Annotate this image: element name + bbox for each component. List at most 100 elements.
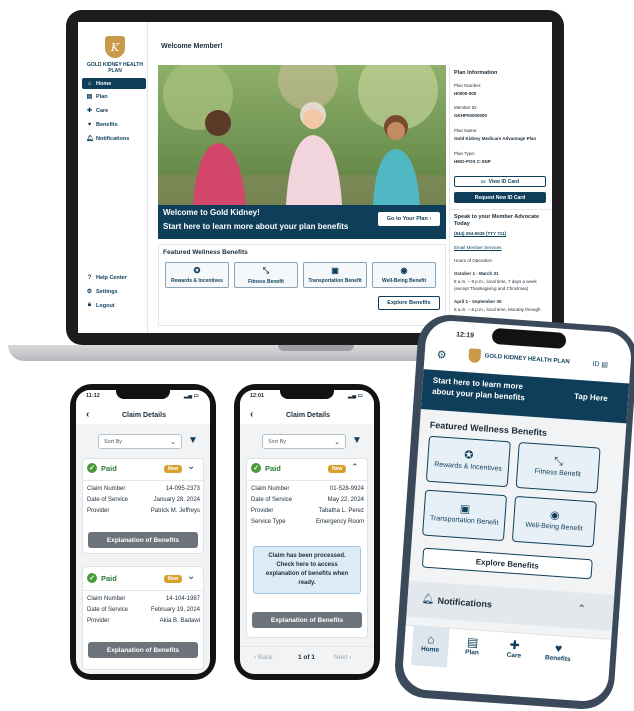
benefit-card-rewards[interactable]: ✪ Rewards & Incentives	[165, 262, 229, 288]
sidebar-item-notifications[interactable]: 🔔︎ Notifications	[82, 133, 146, 144]
hours-period-1: October 1 - March 31	[454, 271, 499, 276]
care-icon: ✚	[86, 108, 93, 114]
service-type: Emergency Room	[315, 519, 364, 525]
benefit-card-fitness[interactable]: ⤡ Fitness Benefit	[234, 262, 298, 288]
id-card-button[interactable]: ID ▤	[592, 360, 608, 369]
status-time: 11:12	[86, 393, 100, 399]
chevron-down-icon: ⌄	[170, 438, 176, 446]
filter-icon[interactable]: ▼	[352, 435, 362, 446]
provider-label: Provider	[87, 618, 110, 624]
pagination-count: 1 of 1	[298, 654, 315, 661]
benefit-card-transportation[interactable]: ▣ Transportation Benefit	[303, 262, 367, 288]
benefit-card-fitness[interactable]: ⤡ Fitness Benefit	[515, 441, 601, 494]
filter-icon[interactable]: ▼	[188, 435, 198, 446]
benefit-card-transportation[interactable]: ▣ Transportation Benefit	[422, 489, 508, 542]
phone-notch	[116, 390, 170, 399]
id-card-icon: ▤	[601, 361, 609, 369]
sidebar-item-settings[interactable]: ⚙ Settings	[82, 286, 146, 297]
plan-type-label: Plan Type:	[454, 151, 476, 156]
help-icon: ?	[87, 274, 92, 281]
gear-icon[interactable]: ⚙	[436, 348, 447, 362]
sidebar-item-care[interactable]: ✚ Care	[82, 105, 146, 116]
star-badge-icon: ✪	[193, 266, 201, 275]
back-arrow-icon[interactable]: ‹	[86, 409, 89, 420]
sidebar-item-benefits[interactable]: ♥ Benefits	[82, 119, 146, 130]
member-id-label: Member ID:	[454, 105, 478, 110]
banner-subtitle: Start here to learn more about your plan…	[163, 222, 349, 231]
brand-name: GOLD KIDNEY HEALTH PLAN	[87, 62, 143, 74]
view-id-card-button[interactable]: ▭ View ID Card	[454, 176, 546, 187]
bell-icon: 🔔︎	[86, 136, 94, 142]
signal-battery-icon: ▂▄ ▭	[348, 393, 363, 399]
explanation-of-benefits-button[interactable]: Explanation of Benefits	[88, 532, 198, 548]
paid-status: ✓ Paid	[87, 463, 117, 473]
sort-by-select[interactable]: Sort By ⌄	[262, 434, 346, 449]
benefit-card-wellbeing[interactable]: ◉ Well-Being Benefit	[511, 495, 597, 548]
chevron-up-icon[interactable]: ⌃	[577, 603, 586, 615]
claim-number: 14-104-1987	[165, 596, 200, 602]
provider-name: Patrick M. Jeffreys	[150, 508, 200, 514]
home-icon: ⌂	[87, 80, 92, 87]
pagination-next[interactable]: Next ›	[334, 654, 351, 661]
explore-benefits-button[interactable]: Explore Benefits	[421, 547, 593, 580]
advocate-title-2: Today	[454, 221, 470, 227]
tab-care[interactable]: ✚ Care	[496, 637, 533, 660]
screen-title: Claim Details	[286, 412, 330, 419]
bus-icon: ▣	[331, 266, 339, 275]
explanation-of-benefits-button[interactable]: Explanation of Benefits	[252, 612, 362, 628]
sidebar-item-home[interactable]: ⌂ Home	[82, 78, 146, 89]
sort-by-select[interactable]: Sort By ⌄	[98, 434, 182, 449]
explanation-of-benefits-button[interactable]: Explanation of Benefits	[88, 642, 198, 658]
claim-number: 14-095-2373	[165, 486, 200, 492]
plan-info-title: Plan Information	[454, 70, 498, 76]
divider	[82, 480, 204, 481]
hours-period-1-line-1: 8 a.m. – 8 p.m., local time, 7 days a we…	[454, 279, 537, 284]
status-time: 12:01	[250, 393, 265, 399]
chevron-down-icon: ⌄	[334, 438, 340, 446]
phone-3-screen: 12:19 ⚙ GOLD KIDNEY HEALTH PLAN ID ▤ Sta…	[401, 319, 633, 703]
new-badge: New	[328, 465, 347, 473]
hours-period-2: April 1 - September 30	[454, 299, 502, 304]
new-badge: New	[164, 575, 183, 583]
explore-benefits-button[interactable]: Explore Benefits	[378, 296, 440, 310]
tab-benefits[interactable]: ♥ Benefits	[538, 640, 579, 664]
signal-battery-icon: ▂▄ ▭	[184, 393, 199, 399]
sidebar-item-help-center[interactable]: ? Help Center	[82, 272, 146, 283]
advocate-phone-link[interactable]: (844) 294-6535 (TTY 711)	[454, 231, 506, 236]
star-badge-icon: ✪	[463, 449, 474, 462]
chevron-up-icon[interactable]: ⌃	[351, 462, 359, 473]
back-arrow-icon[interactable]: ‹	[250, 409, 253, 420]
date-of-service-label: Date of Service	[87, 607, 129, 613]
benefit-card-rewards[interactable]: ✪ Rewards & Incentives	[425, 435, 511, 488]
claim-processed-notice[interactable]: Claim has been processed. Check here to …	[253, 546, 361, 594]
claim-number-label: Claim Number	[87, 596, 126, 602]
check-circle-icon: ✓	[87, 463, 97, 473]
date-of-service: February 19, 2024	[150, 607, 200, 613]
check-circle-icon: ✓	[87, 573, 97, 583]
laptop-notch	[278, 345, 354, 351]
tab-home[interactable]: ⌂ Home	[412, 631, 449, 654]
head-icon: ◉	[400, 266, 408, 275]
tab-plan[interactable]: ▤ Plan	[454, 634, 491, 657]
lock-icon: 🔒︎	[87, 302, 92, 308]
chevron-down-icon[interactable]: ⌄	[187, 461, 195, 472]
email-member-services-link[interactable]: Email Member Services	[454, 245, 502, 250]
go-to-plan-button[interactable]: Go to Your Plan ›	[378, 212, 440, 226]
sort-label: Sort By	[104, 438, 123, 445]
bell-icon: 🔔︎	[421, 593, 435, 606]
advocate-title: Speak to your Member Advocate	[454, 214, 540, 220]
sidebar-item-plan[interactable]: ▤ Plan	[82, 91, 146, 102]
screen-title: Claim Details	[122, 412, 166, 419]
banner-title: Welcome to Gold Kidney!	[163, 208, 260, 217]
request-id-card-button[interactable]: Request New ID Card	[454, 192, 546, 203]
heart-icon: ♥	[87, 121, 92, 128]
sort-label: Sort By	[268, 438, 287, 445]
pagination-back[interactable]: ‹ Back	[254, 654, 272, 661]
member-id: GKHP00000000	[454, 113, 488, 118]
claim-number-label: Claim Number	[87, 486, 126, 492]
sidebar-item-logout[interactable]: 🔒︎ Logout	[82, 300, 146, 311]
provider-name: Tabatha L. Perez	[318, 508, 364, 514]
chevron-down-icon[interactable]: ⌄	[187, 571, 195, 582]
dumbbell-icon: ⤡	[262, 265, 270, 275]
benefit-card-wellbeing[interactable]: ◉ Well-Being Benefit	[372, 262, 436, 288]
